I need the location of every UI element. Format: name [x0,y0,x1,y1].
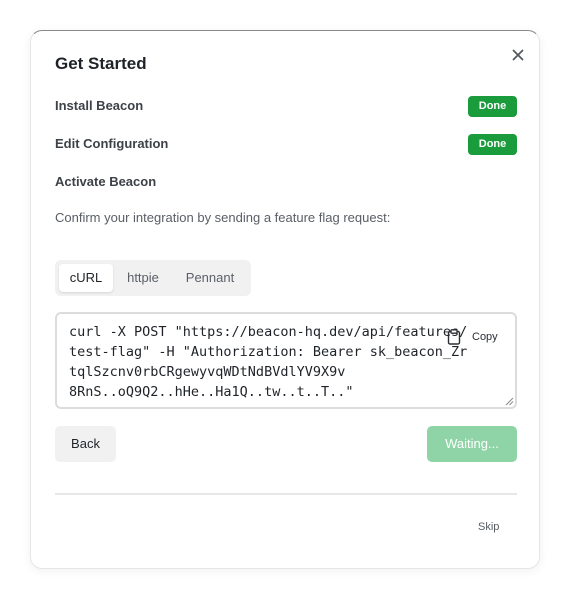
step-install-beacon: Install Beacon [55,98,144,113]
copy-label: Copy [472,331,498,343]
status-badge-configuration: Done [468,134,517,155]
get-started-dialog: Get Started Install Beacon Done Edit Con… [30,30,540,569]
close-icon[interactable] [510,47,526,63]
tab-curl[interactable]: cURL [59,264,113,292]
divider [55,493,517,495]
curl-command[interactable]: curl -X POST "https://beacon-hq.dev/api/… [69,322,469,402]
code-tabs: cURL httpie Pennant [55,260,251,296]
waiting-button[interactable]: Waiting... [427,426,517,462]
tab-pennant[interactable]: Pennant [175,264,245,292]
clipboard-icon [447,329,461,345]
back-button[interactable]: Back [55,426,116,462]
resize-handle-icon[interactable] [505,397,514,406]
step-activate-beacon: Activate Beacon [55,174,157,189]
status-badge-install: Done [468,96,517,117]
tab-httpie[interactable]: httpie [117,264,169,292]
integration-instructions: Confirm your integration by sending a fe… [55,210,391,225]
skip-button[interactable]: Skip [478,521,499,533]
step-edit-configuration: Edit Configuration [55,136,169,151]
dialog-title: Get Started [55,54,147,73]
code-snippet-box[interactable]: curl -X POST "https://beacon-hq.dev/api/… [55,312,517,409]
